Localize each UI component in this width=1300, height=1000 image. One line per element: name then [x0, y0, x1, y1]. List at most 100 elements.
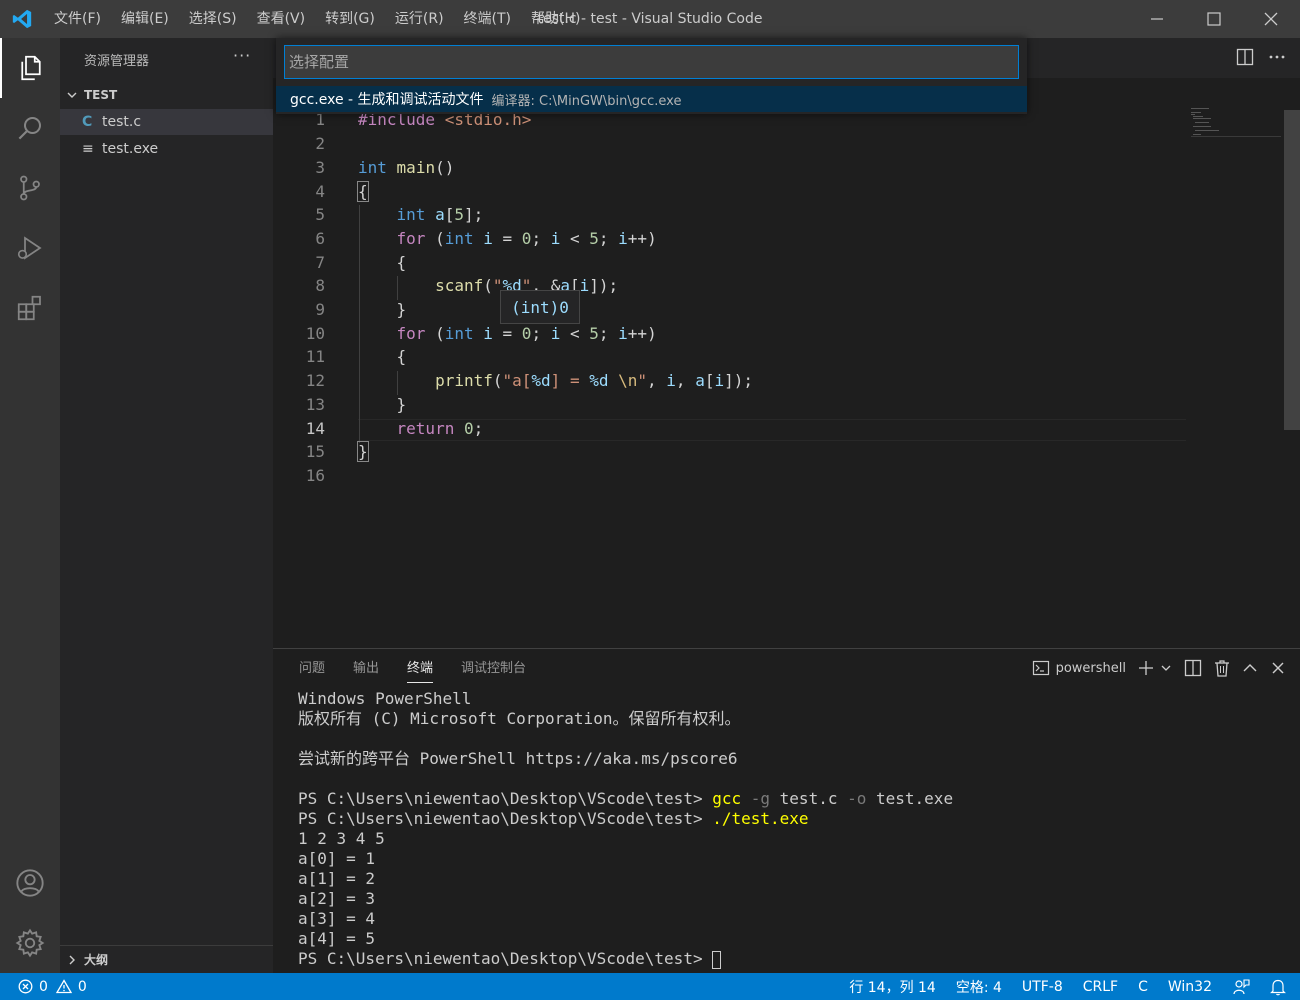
terminal-shell-select[interactable]: powershell: [1056, 661, 1126, 676]
status-right: 行 14，列 14 空格: 4 UTF-8 CRLF C Win32: [849, 973, 1286, 1000]
menu-view[interactable]: 查看(V): [247, 0, 316, 38]
terminal-command-line: PS C:\Users\niewentao\Desktop\VScode\tes…: [298, 809, 1288, 829]
terminal-line: 1 2 3 4 5: [298, 829, 385, 848]
line-number: 12: [305, 371, 325, 390]
outline-header[interactable]: 大纲: [60, 945, 273, 973]
line-number: 5: [315, 205, 325, 224]
code-line[interactable]: }: [358, 300, 407, 319]
more-actions-icon[interactable]: ···: [233, 46, 251, 65]
extensions-icon[interactable]: [0, 278, 60, 338]
menu-selection[interactable]: 选择(S): [179, 0, 247, 38]
code-line[interactable]: for (int i = 0; i < 5; i++): [358, 324, 657, 343]
folder-name: TEST: [84, 88, 118, 102]
hover-text: (int)0: [511, 297, 569, 317]
terminal-line: a[2] = 3: [298, 889, 376, 908]
hover-tooltip: (int)0: [500, 290, 580, 324]
terminal-line: a[4] = 5: [298, 929, 376, 948]
file-item-test-c[interactable]: C test.c: [60, 109, 273, 135]
split-terminal-icon[interactable]: [1184, 659, 1202, 677]
line-number: 9: [315, 300, 325, 319]
encoding[interactable]: UTF-8: [1022, 979, 1063, 995]
platform[interactable]: Win32: [1168, 979, 1212, 995]
close-panel-icon[interactable]: [1270, 660, 1286, 676]
terminal-arg: test.c: [770, 789, 838, 808]
settings-gear-icon[interactable]: [0, 913, 60, 973]
menu-go[interactable]: 转到(G): [315, 0, 385, 38]
chevron-down-icon[interactable]: [1160, 662, 1172, 674]
file-name: test.exe: [102, 141, 159, 157]
code-line[interactable]: {: [358, 253, 407, 272]
line-number: 15: [305, 442, 325, 461]
line-number-current: 14: [305, 419, 325, 438]
editor-scrollbar[interactable]: [1284, 110, 1300, 430]
editor-actions: [1236, 48, 1286, 66]
configuration-input[interactable]: [284, 45, 1019, 79]
quick-pick-item[interactable]: gcc.exe - 生成和调试活动文件 编译器: C:\MinGW\bin\gc…: [276, 86, 1027, 112]
maximize-button[interactable]: [1185, 0, 1243, 38]
c-file-icon: C: [82, 114, 93, 130]
warning-icon: [55, 979, 72, 994]
menu-help[interactable]: 帮助(H): [521, 0, 590, 38]
search-icon[interactable]: [0, 98, 60, 158]
code-line[interactable]: int main(): [358, 158, 454, 177]
menu-edit[interactable]: 编辑(E): [111, 0, 179, 38]
code-line[interactable]: {: [358, 347, 407, 366]
terminal-line: 版权所有 (C) Microsoft Corporation。保留所有权利。: [298, 709, 741, 728]
code-line[interactable]: }: [357, 441, 369, 462]
indentation[interactable]: 空格: 4: [956, 977, 1002, 997]
status-bar: 0 0 行 14，列 14 空格: 4 UTF-8 CRLF C Win32: [0, 973, 1300, 1000]
tab-output[interactable]: 输出: [353, 649, 379, 689]
account-icon[interactable]: [0, 853, 60, 913]
editor-area: 1 2 3 4 5 6 7 8 9 10 11 12 13 14 15 16 #…: [273, 38, 1300, 648]
minimap[interactable]: [1191, 102, 1281, 142]
activity-bar: [0, 38, 60, 973]
more-actions-icon[interactable]: [1268, 48, 1286, 66]
new-terminal-icon[interactable]: [1138, 660, 1154, 676]
code-line[interactable]: return 0;: [358, 419, 484, 438]
chevron-down-icon: [66, 89, 78, 101]
close-window-button[interactable]: [1242, 0, 1300, 38]
terminal-output[interactable]: Windows PowerShell 版权所有 (C) Microsoft Cor…: [298, 689, 1288, 969]
tab-terminal[interactable]: 终端: [407, 649, 434, 683]
code-line[interactable]: {: [357, 181, 369, 202]
file-item-test-exe[interactable]: ≡ test.exe: [60, 136, 273, 162]
run-debug-icon[interactable]: [0, 218, 60, 278]
code-line[interactable]: }: [358, 395, 407, 414]
terminal-line: a[0] = 1: [298, 849, 376, 868]
end-of-line[interactable]: CRLF: [1083, 979, 1118, 995]
chevron-right-icon: [66, 954, 78, 966]
code-line[interactable]: int a[5];: [358, 205, 484, 224]
minimize-button[interactable]: [1128, 0, 1186, 38]
terminal-command-line: PS C:\Users\niewentao\Desktop\VScode\tes…: [298, 949, 1288, 969]
line-number: 3: [315, 158, 325, 177]
explorer-icon[interactable]: [0, 38, 60, 98]
cursor-position[interactable]: 行 14，列 14: [849, 977, 936, 997]
split-editor-icon[interactable]: [1236, 48, 1254, 66]
line-number: 6: [315, 229, 325, 248]
folder-header[interactable]: TEST: [60, 84, 273, 106]
menu-terminal[interactable]: 终端(T): [454, 0, 521, 38]
notifications-bell-icon[interactable]: [1270, 978, 1286, 996]
terminal-cursor: [712, 950, 722, 969]
code-line[interactable]: printf("a[%d] = %d \n", i, a[i]);: [358, 371, 753, 390]
trash-icon[interactable]: [1214, 659, 1230, 677]
error-icon: [18, 979, 33, 994]
error-count: 0: [39, 978, 48, 995]
source-control-icon[interactable]: [0, 158, 60, 218]
code-line[interactable]: for (int i = 0; i < 5; i++): [358, 229, 657, 248]
terminal-command: gcc: [712, 789, 742, 808]
quick-pick-item-label: gcc.exe - 生成和调试活动文件: [290, 92, 484, 108]
feedback-icon[interactable]: [1232, 978, 1250, 996]
text-file-icon: ≡: [82, 141, 94, 157]
tab-debug-console[interactable]: 调试控制台: [461, 649, 526, 689]
tab-problems[interactable]: 问题: [299, 649, 325, 689]
line-number: 8: [315, 276, 325, 295]
menu-run[interactable]: 运行(R): [385, 0, 454, 38]
problems-status[interactable]: 0 0: [18, 973, 87, 1000]
outline-label: 大纲: [84, 953, 109, 967]
menu-file[interactable]: 文件(F): [44, 0, 111, 38]
maximize-panel-icon[interactable]: [1242, 660, 1258, 676]
language-mode[interactable]: C: [1138, 979, 1148, 995]
terminal-command: ./test.exe: [712, 809, 809, 828]
panel-actions: powershell: [1032, 659, 1286, 677]
